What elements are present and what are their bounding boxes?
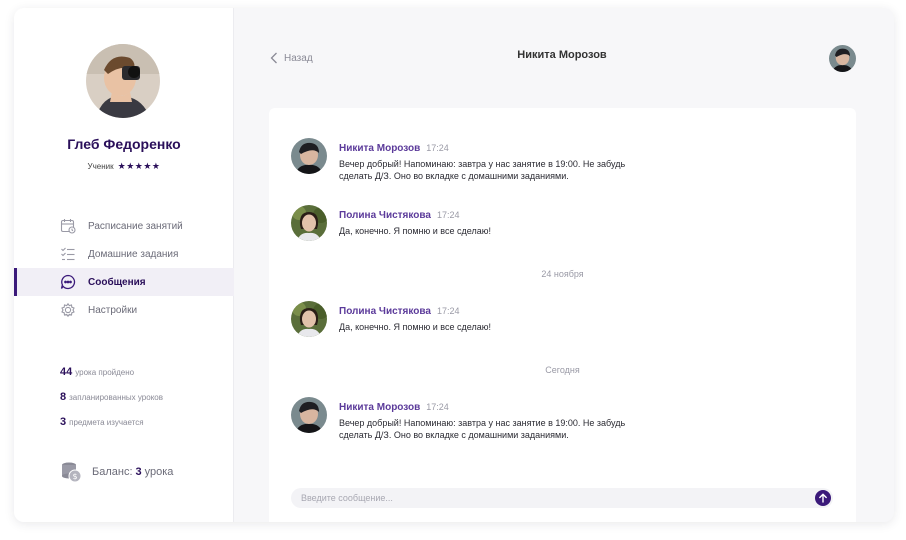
checklist-icon [60, 246, 76, 262]
message-avatar [291, 205, 327, 241]
gear-icon [60, 302, 76, 318]
message-avatar [291, 138, 327, 174]
profile-role-label: Ученик [87, 162, 114, 171]
calendar-icon [60, 218, 76, 234]
stat-label: предмета изучается [69, 418, 144, 427]
stat-value: 3 [60, 416, 67, 428]
stat-label: запланированных уроков [69, 393, 163, 402]
message-header: Полина Чистякова 17:24 [339, 205, 459, 223]
message-time: 17:24 [426, 143, 449, 153]
svg-text:$: $ [72, 472, 77, 481]
message-author[interactable]: Полина Чистякова [339, 210, 431, 221]
message-avatar [291, 397, 327, 433]
back-button[interactable]: Назад [270, 52, 313, 64]
message-time: 17:24 [436, 210, 460, 220]
sidebar-item-label: Расписание занятий [88, 220, 183, 232]
date-separator: Сегодня [545, 365, 580, 375]
sidebar-item-settings[interactable]: Настройки [14, 296, 234, 324]
sidebar-item-label: Сообщения [88, 276, 146, 288]
contact-avatar[interactable] [829, 45, 856, 72]
back-label: Назад [284, 52, 313, 64]
message-input[interactable] [301, 490, 801, 506]
stat-subjects: 3 предмета изучается [60, 415, 163, 440]
chat-bubble-icon [60, 274, 76, 290]
balance-suffix: урока [144, 466, 174, 478]
date-separator: 24 ноября [541, 269, 584, 279]
chevron-left-icon [270, 52, 278, 64]
stat-value: 8 [60, 391, 67, 403]
stat-value: 44 [60, 366, 73, 378]
message-header: Никита Морозов 17:24 [339, 138, 449, 156]
send-button[interactable] [815, 490, 831, 506]
message-time: 17:24 [436, 306, 460, 316]
message-author[interactable]: Никита Морозов [339, 402, 420, 413]
app-window: Глеб Федоренко Ученик ★★★★★ Расписание за… [14, 8, 894, 522]
message-text: Вечер добрый! Напоминаю: завтра у нас за… [339, 418, 626, 440]
sidebar-item-homework[interactable]: Домашние задания [14, 240, 234, 268]
sidebar-item-messages[interactable]: Сообщения [14, 268, 234, 296]
sidebar-item-label: Домашние задания [88, 248, 179, 260]
message-author[interactable]: Никита Морозов [339, 143, 420, 154]
message-text: Вечер добрый! Напоминаю: завтра у нас за… [339, 159, 626, 181]
sidebar-item-schedule[interactable]: Расписание занятий [14, 212, 234, 240]
message-author[interactable]: Полина Чистякова [339, 306, 431, 317]
balance-prefix: Баланс: [92, 466, 133, 478]
balance-value: 3 [135, 466, 142, 478]
message-text: Да, конечно. Я помню и все сделаю! [339, 322, 491, 332]
stat-label: урока пройдено [75, 368, 135, 377]
rating-stars: ★★★★★ [117, 161, 161, 171]
stat-lessons-done: 44 урока пройдено [60, 365, 163, 390]
profile-name: Глеб Федоренко [67, 136, 181, 152]
chat-title: Никита Морозов [517, 49, 607, 61]
chat-panel: Никита Морозов 17:24 Вечер добрый! Напоми… [269, 108, 856, 522]
arrow-up-icon [819, 493, 827, 503]
message-text: Да, конечно. Я помню и все сделаю! [339, 226, 491, 236]
message-avatar [291, 301, 327, 337]
message-composer [291, 488, 833, 508]
message-header: Никита Морозов 17:24 [339, 397, 449, 415]
message-time: 17:24 [426, 402, 449, 412]
sidebar-item-label: Настройки [88, 304, 138, 316]
balance: $ Баланс: 3 урока [60, 461, 173, 483]
sidebar: Глеб Федоренко Ученик ★★★★★ Расписание за… [14, 8, 234, 522]
stats-list: 44 урока пройдено 8 запланированных уроков… [60, 365, 163, 440]
message-header: Полина Чистякова 17:24 [339, 301, 459, 319]
profile-role: Ученик ★★★★★ [14, 161, 234, 172]
coins-icon: $ [60, 461, 82, 483]
profile-avatar [86, 44, 160, 118]
sidebar-nav: Расписание занятий Домашние задания Сооб… [14, 212, 234, 324]
stat-lessons-planned: 8 запланированных уроков [60, 390, 163, 415]
